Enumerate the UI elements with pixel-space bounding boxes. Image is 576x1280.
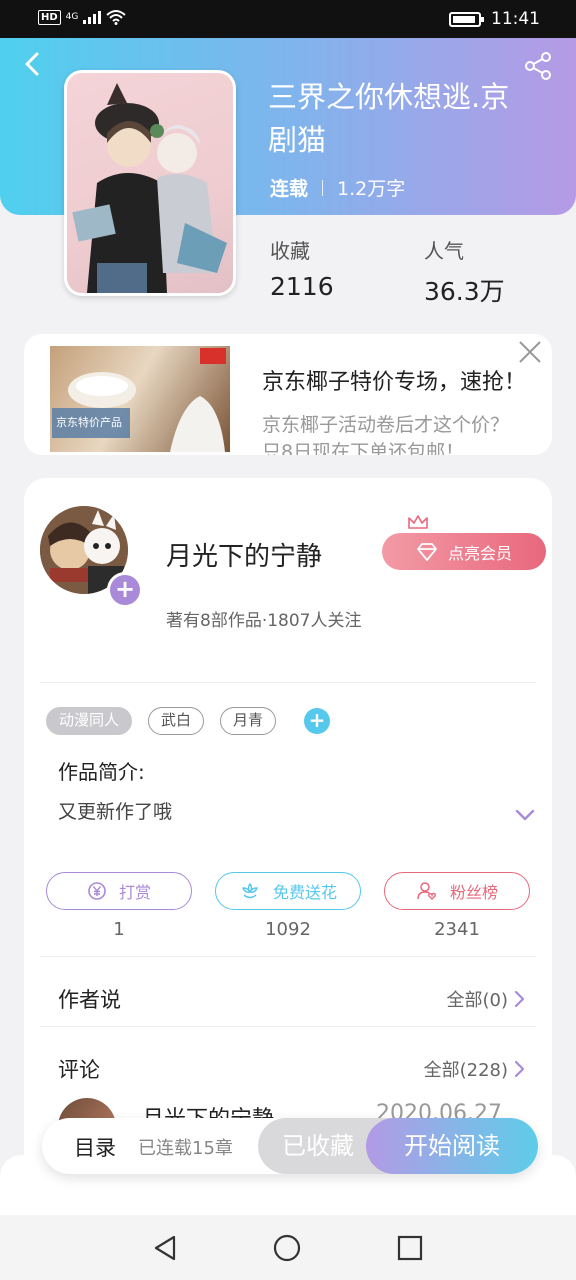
nav-home-icon[interactable] (272, 1233, 302, 1263)
author-says-title: 作者说 (58, 988, 121, 1012)
crown-icon (408, 515, 428, 529)
nav-back-icon[interactable] (150, 1233, 180, 1263)
word-count: 1.2万字 (337, 178, 406, 200)
flower-count: 1092 (265, 919, 311, 940)
diamond-icon (417, 542, 437, 561)
start-reading-button[interactable]: 开始阅读 (366, 1118, 538, 1174)
nav-recents-icon[interactable] (395, 1233, 425, 1263)
tip-label: 打赏 (118, 883, 151, 902)
follow-plus-button[interactable]: + (107, 572, 143, 608)
send-flower-button[interactable]: 免费送花 (215, 872, 361, 910)
battery-icon (449, 11, 484, 27)
intro-title: 作品简介: (58, 760, 145, 784)
add-tag-button[interactable]: + (304, 708, 331, 734)
tag-item[interactable]: 武白 (148, 707, 205, 735)
author-says-link[interactable]: 全部(0) (447, 986, 527, 1012)
comments-link[interactable]: 全部(228) (424, 1056, 526, 1082)
system-nav-bar (0, 1215, 576, 1280)
signal-icon (83, 10, 102, 24)
fans-icon (417, 882, 437, 900)
vip-label: 点亮会员 (447, 543, 512, 563)
tag-list: 动漫同人 武白 月青 + (46, 707, 331, 735)
wifi-icon (106, 10, 127, 25)
ad-banner[interactable]: 京东特价产品 京东椰子特价专场，速抢！ 京东椰子活动卷后才这个价？ 只8日现在下… (24, 334, 552, 455)
status-bar: HD 4G 11:41 (0, 0, 576, 38)
bottom-action-bar: 目录 已连载15章 已收藏 开始阅读 (42, 1118, 538, 1174)
meta-divider (322, 179, 324, 196)
favorites-value: 2116 (270, 272, 334, 301)
ad-title: 京东椰子特价专场，速抢！ (262, 370, 527, 395)
ad-image-label: 京东特价产品 (56, 415, 122, 429)
book-title: 三界之你休想逃.京剧猫 (268, 80, 510, 157)
author-card: + 月光下的宁静 点亮会员 著有8部作品·1807人关注 动漫同人 武白 月青 … (24, 478, 552, 1218)
chevron-down-icon[interactable] (514, 808, 536, 822)
network-type: 4G (65, 12, 79, 22)
chevron-right-icon (514, 990, 525, 1008)
yen-coin-icon (88, 882, 106, 900)
tag-item[interactable]: 月青 (220, 707, 277, 735)
clock: 11:41 (491, 9, 540, 29)
book-meta: 连载 1.2万字 (270, 174, 405, 201)
ad-description: 京东椰子活动卷后才这个价？ 只8日现在下单还包邮！ (262, 412, 552, 455)
divider (40, 682, 536, 683)
toc-button[interactable]: 目录 (74, 1132, 116, 1162)
tip-count: 1 (113, 919, 125, 940)
intro-text: 又更新作了哦 (58, 801, 173, 823)
tip-button[interactable]: 打赏 (46, 872, 192, 910)
fans-rank-label: 粉丝榜 (449, 883, 498, 902)
author-says-all: 全部(0) (446, 990, 509, 1011)
ad-image: 京东特价产品 (50, 346, 230, 452)
fans-count: 2341 (434, 919, 480, 940)
divider (40, 1026, 536, 1027)
author-name: 月光下的宁静 (166, 542, 323, 572)
popularity-label: 人气 (424, 239, 464, 263)
ad-description-line2: 只8日现在下单还包邮！ (262, 441, 465, 455)
author-subtitle: 著有8部作品·1807人关注 (166, 611, 362, 631)
comments-all: 全部(228) (423, 1060, 508, 1081)
send-flower-label: 免费送花 (272, 883, 337, 902)
close-icon[interactable] (516, 338, 544, 366)
chevron-right-icon (514, 1060, 525, 1078)
favorites-label: 收藏 (270, 239, 310, 263)
flower-icon (242, 883, 258, 899)
popularity-value: 36.3万 (424, 277, 505, 306)
vip-button[interactable]: 点亮会员 (382, 533, 546, 570)
serial-status: 连载 (270, 178, 309, 200)
book-cover[interactable] (64, 70, 236, 296)
share-icon[interactable] (522, 50, 554, 82)
back-arrow-icon[interactable] (18, 50, 46, 78)
tag-item[interactable]: 动漫同人 (46, 707, 133, 735)
divider (40, 956, 536, 957)
ad-description-line1: 京东椰子活动卷后才这个价？ (262, 414, 510, 436)
chapter-count: 已连载15章 (138, 1138, 233, 1159)
hd-indicator: HD (38, 9, 61, 25)
comments-title: 评论 (58, 1058, 100, 1082)
fans-rank-button[interactable]: 粉丝榜 (384, 872, 530, 910)
cover-illustration (67, 73, 233, 293)
